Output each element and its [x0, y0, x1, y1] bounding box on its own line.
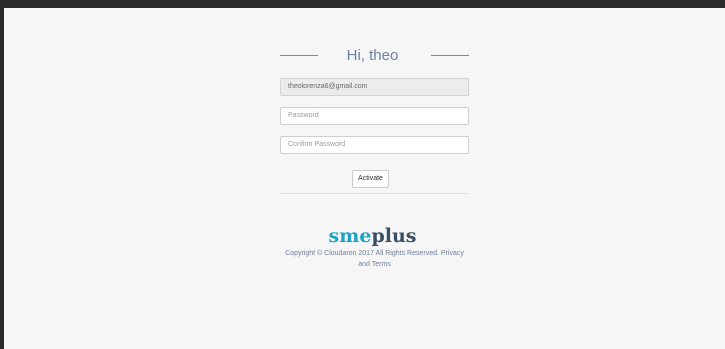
confirm-password-input[interactable]: Confirm Password	[280, 136, 469, 154]
terms-link[interactable]: Terms	[372, 261, 391, 268]
privacy-link[interactable]: Privacy	[441, 250, 464, 257]
logo-plus-text: plus	[371, 225, 417, 247]
page-frame: Hi, theo theolorenza6@gmail.com Password…	[4, 8, 725, 349]
copyright-text: Copyright © Cloudaron 2017 All Rights Re…	[285, 250, 439, 257]
logo-sme-text: sme	[328, 225, 372, 247]
form-divider	[280, 193, 469, 194]
copyright-notice: Copyright © Cloudaron 2017 All Rights Re…	[280, 248, 469, 270]
greeting-title: Hi, theo	[346, 47, 399, 64]
and-text: and	[358, 261, 370, 268]
greeting-divider-right	[431, 55, 469, 56]
greeting-header: Hi, theo	[276, 46, 469, 66]
activate-button[interactable]: Activate	[352, 170, 389, 188]
brand-logo: smeplus	[276, 225, 469, 247]
password-input[interactable]: Password	[280, 107, 469, 125]
email-field: theolorenza6@gmail.com	[280, 78, 469, 96]
